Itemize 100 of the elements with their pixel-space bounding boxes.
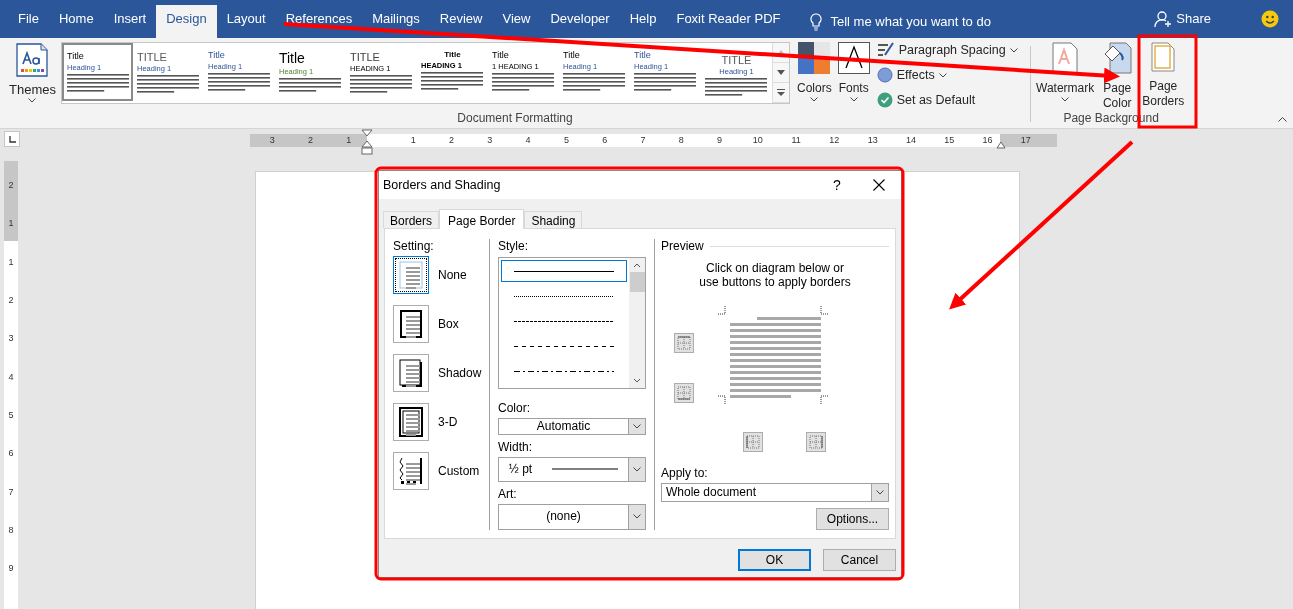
indent-marker-icon[interactable] <box>361 129 373 155</box>
colors-button[interactable]: Colors <box>793 42 835 102</box>
line-sample-icon <box>514 345 614 349</box>
page-borders-button[interactable]: Page Borders <box>1137 42 1190 109</box>
share-button[interactable]: Share <box>1144 5 1221 38</box>
ruler-number: 11 <box>790 134 802 147</box>
ruler-number: 7 <box>8 485 14 499</box>
ribbon-tab[interactable]: Review <box>429 5 493 38</box>
paint-bucket-icon <box>1102 42 1133 74</box>
border-setting-button[interactable] <box>393 305 429 343</box>
ruler-number: 3 <box>268 134 276 147</box>
setting-label: Custom <box>438 464 480 478</box>
setting-label: None <box>438 268 467 282</box>
watermark-button[interactable]: Watermark <box>1033 42 1098 102</box>
border-toggle-button[interactable] <box>674 383 694 403</box>
ruler-number: 1 <box>409 134 417 147</box>
collapse-ribbon-icon[interactable] <box>1278 117 1287 122</box>
border-setting-button[interactable] <box>393 452 429 490</box>
border-setting-button[interactable] <box>393 403 429 441</box>
ruler-number: 1 <box>8 217 14 231</box>
ruler-number: 2 <box>8 294 14 308</box>
setting-label: 3-D <box>438 415 458 429</box>
tab-stop-selector[interactable] <box>4 131 20 147</box>
ruler-number: 1 <box>8 255 14 269</box>
scroll-down-button[interactable] <box>772 63 789 83</box>
style-title: Title <box>633 51 652 61</box>
vertical-ruler[interactable]: 2 1 1 2 3 4 5 6 7 8 9 <box>4 161 18 609</box>
style-title: Title <box>278 51 306 67</box>
caret-icon <box>849 97 858 102</box>
effects-button[interactable]: Effects <box>876 67 1018 83</box>
add-person-icon <box>1154 9 1173 28</box>
scroll-thumb[interactable] <box>629 272 645 292</box>
dialog-tab[interactable]: Borders <box>383 211 440 228</box>
art-dropdown[interactable]: (none) <box>498 503 646 530</box>
style-title: Title <box>66 52 85 62</box>
ribbon-tab[interactable]: Design <box>156 5 217 38</box>
ribbon-tab[interactable]: Home <box>48 5 104 38</box>
ruler-number: 13 <box>866 134 879 147</box>
help-button[interactable]: ? <box>817 176 857 194</box>
ribbon-tab[interactable]: View <box>492 5 541 38</box>
ribbon-tab[interactable]: File <box>8 5 49 38</box>
border-toggle-button[interactable] <box>743 431 763 452</box>
paragraph-spacing-button[interactable]: Paragraph Spacing <box>876 42 1018 58</box>
fonts-button[interactable]: Fonts <box>834 42 873 102</box>
group-label: Document Formatting <box>456 111 574 127</box>
dialog-tab[interactable]: Page Border <box>439 209 525 229</box>
smiley-icon[interactable] <box>1261 10 1279 28</box>
more-button[interactable] <box>772 83 789 103</box>
ribbon-tab[interactable]: Layout <box>216 5 276 38</box>
ribbon-tab[interactable]: References <box>275 5 363 38</box>
tell-me-search[interactable]: Tell me what you want to do <box>830 14 991 29</box>
border-setting-button[interactable] <box>393 256 429 294</box>
style-title: Title <box>443 51 462 60</box>
width-dropdown[interactable]: ½ pt <box>498 456 646 482</box>
ruler-number: 15 <box>943 134 956 147</box>
triangle-up-icon <box>776 50 785 55</box>
ribbon-tab[interactable]: Insert <box>103 5 157 38</box>
field-label: Apply to: <box>661 465 709 480</box>
page-color-button[interactable]: Page Color <box>1097 42 1138 111</box>
field-label: Width: <box>498 439 533 454</box>
ruler-number: 3 <box>486 134 494 147</box>
options-button[interactable]: Options... <box>816 508 889 530</box>
dialog-button[interactable]: Cancel <box>823 549 896 571</box>
horizontal-ruler[interactable]: 3 2 1 1 2 3 4 5 6 7 8 9 10 11 12 13 14 15 16 17 <box>250 134 1057 147</box>
ruler-number: 6 <box>601 134 609 147</box>
scrollbar[interactable] <box>629 258 645 388</box>
page-border-icon <box>1151 42 1176 72</box>
left-tab-icon <box>8 135 16 143</box>
border-toggle-button[interactable] <box>806 431 826 452</box>
ribbon-tab[interactable]: Foxit Reader PDF <box>666 5 791 38</box>
border-toggle-button[interactable] <box>674 333 694 353</box>
line-sample-icon <box>514 370 614 374</box>
ribbon-tab[interactable]: Help <box>619 5 667 38</box>
dialog-button[interactable]: OK <box>738 549 811 571</box>
lightbulb-icon <box>810 12 823 31</box>
ruler-number: 2 <box>8 179 14 193</box>
border-setting-button[interactable] <box>393 354 429 392</box>
style-title: TITLE <box>720 54 753 67</box>
caret-icon <box>633 466 641 472</box>
ruler-number: 12 <box>828 134 841 147</box>
caret-icon <box>1061 97 1070 102</box>
set-as-default-button[interactable]: Set as Default <box>876 92 1018 108</box>
color-dropdown[interactable]: Automatic <box>498 418 646 435</box>
ruler-number: 6 <box>8 447 14 461</box>
dialog-tab[interactable]: Shading <box>524 211 583 228</box>
style-title: Title <box>207 51 226 61</box>
apply-to-dropdown[interactable]: Whole document <box>661 482 889 502</box>
line-style-option[interactable] <box>501 260 627 283</box>
ribbon-tab[interactable]: Developer <box>540 5 620 38</box>
ruler-number: 3 <box>8 332 14 346</box>
style-title: TITLE <box>349 51 381 64</box>
indent-marker-icon[interactable] <box>996 141 1006 149</box>
caret-icon <box>633 423 641 429</box>
caret-icon <box>28 98 37 103</box>
text-lines-drawing <box>704 77 767 98</box>
text-lines-drawing <box>278 77 341 94</box>
themes-button[interactable]: Themes <box>6 42 59 103</box>
text-lines-drawing <box>633 71 696 92</box>
border-grid-icon <box>746 434 760 449</box>
ribbon-tab[interactable]: Mailings <box>362 5 430 38</box>
